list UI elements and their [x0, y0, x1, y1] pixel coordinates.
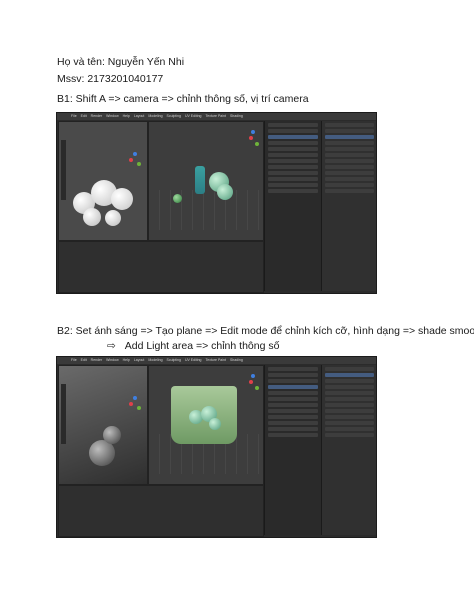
sphere [111, 188, 133, 210]
tab-shading[interactable]: Shading [230, 114, 243, 118]
gizmo-red[interactable] [129, 402, 133, 406]
step-1-heading: B1: Shift A => camera => chỉnh thông số,… [57, 93, 309, 105]
properties-panel[interactable] [321, 121, 376, 291]
properties-panel[interactable] [321, 365, 376, 535]
tab-uv-editing[interactable]: UV Editing [185, 358, 202, 362]
scene-viewport[interactable] [148, 121, 264, 241]
gizmo-blue[interactable] [251, 374, 255, 378]
gizmo-blue[interactable] [251, 130, 255, 134]
scene-viewport[interactable] [148, 365, 264, 485]
tab-layout[interactable]: Layout [134, 114, 145, 118]
gizmo-green[interactable] [137, 406, 141, 410]
gizmo-blue[interactable] [133, 396, 137, 400]
menu-bar: File Edit Render Window Help Layout Mode… [57, 113, 376, 120]
step-2-continuation-text: Add Light area => chỉnh thông số [124, 340, 280, 352]
menu-bar: File Edit Render Window Help Layout Mode… [57, 357, 376, 364]
toolbar[interactable] [61, 140, 66, 200]
tab-sculpting[interactable]: Sculpting [167, 114, 181, 118]
sphere [103, 426, 121, 444]
gizmo-green[interactable] [137, 162, 141, 166]
arrow-icon: ⇨ [107, 340, 116, 352]
sphere [209, 418, 221, 430]
student-name: Họ và tên: Nguyễn Yến Nhi [57, 56, 185, 68]
toolbar[interactable] [61, 384, 66, 444]
tab-uv-editing[interactable]: UV Editing [185, 114, 202, 118]
tab-shading[interactable]: Shading [230, 358, 243, 362]
menu-file[interactable]: File [71, 358, 77, 362]
step-2-heading: B2: Set ánh sáng => Tạo plane => Edit mo… [57, 325, 474, 337]
menu-render[interactable]: Render [91, 114, 102, 118]
menu-file[interactable]: File [71, 114, 77, 118]
sphere [83, 208, 101, 226]
sphere [217, 184, 233, 200]
tab-sculpting[interactable]: Sculpting [167, 358, 181, 362]
menu-help[interactable]: Help [123, 114, 130, 118]
step-2-continuation: ⇨ Add Light area => chỉnh thông số [107, 340, 279, 352]
student-id: Mssv: 2173201040177 [57, 73, 164, 85]
tab-texture-paint[interactable]: Texture Paint [206, 114, 226, 118]
tab-texture-paint[interactable]: Texture Paint [206, 358, 226, 362]
menu-edit[interactable]: Edit [81, 114, 87, 118]
timeline-panel[interactable] [58, 241, 264, 293]
gizmo-red[interactable] [249, 380, 253, 384]
tab-layout[interactable]: Layout [134, 358, 145, 362]
sphere [173, 194, 182, 203]
tab-modeling[interactable]: Modeling [148, 114, 162, 118]
sphere [105, 210, 121, 226]
menu-edit[interactable]: Edit [81, 358, 87, 362]
gizmo-red[interactable] [129, 158, 133, 162]
camera-viewport[interactable] [58, 121, 148, 241]
timeline-panel[interactable] [58, 485, 264, 537]
tab-modeling[interactable]: Modeling [148, 358, 162, 362]
floor-grid [149, 190, 263, 230]
gizmo-red[interactable] [249, 136, 253, 140]
bottle [195, 166, 205, 194]
gizmo-green[interactable] [255, 386, 259, 390]
menu-render[interactable]: Render [91, 358, 102, 362]
camera-viewport[interactable] [58, 365, 148, 485]
blender-screenshot-lighting: File Edit Render Window Help Layout Mode… [56, 356, 377, 538]
outliner-panel[interactable] [264, 121, 321, 291]
gizmo-blue[interactable] [133, 152, 137, 156]
menu-help[interactable]: Help [123, 358, 130, 362]
gizmo-green[interactable] [255, 142, 259, 146]
blender-screenshot-camera: File Edit Render Window Help Layout Mode… [56, 112, 377, 294]
menu-window[interactable]: Window [106, 114, 118, 118]
outliner-panel[interactable] [264, 365, 321, 535]
menu-window[interactable]: Window [106, 358, 118, 362]
